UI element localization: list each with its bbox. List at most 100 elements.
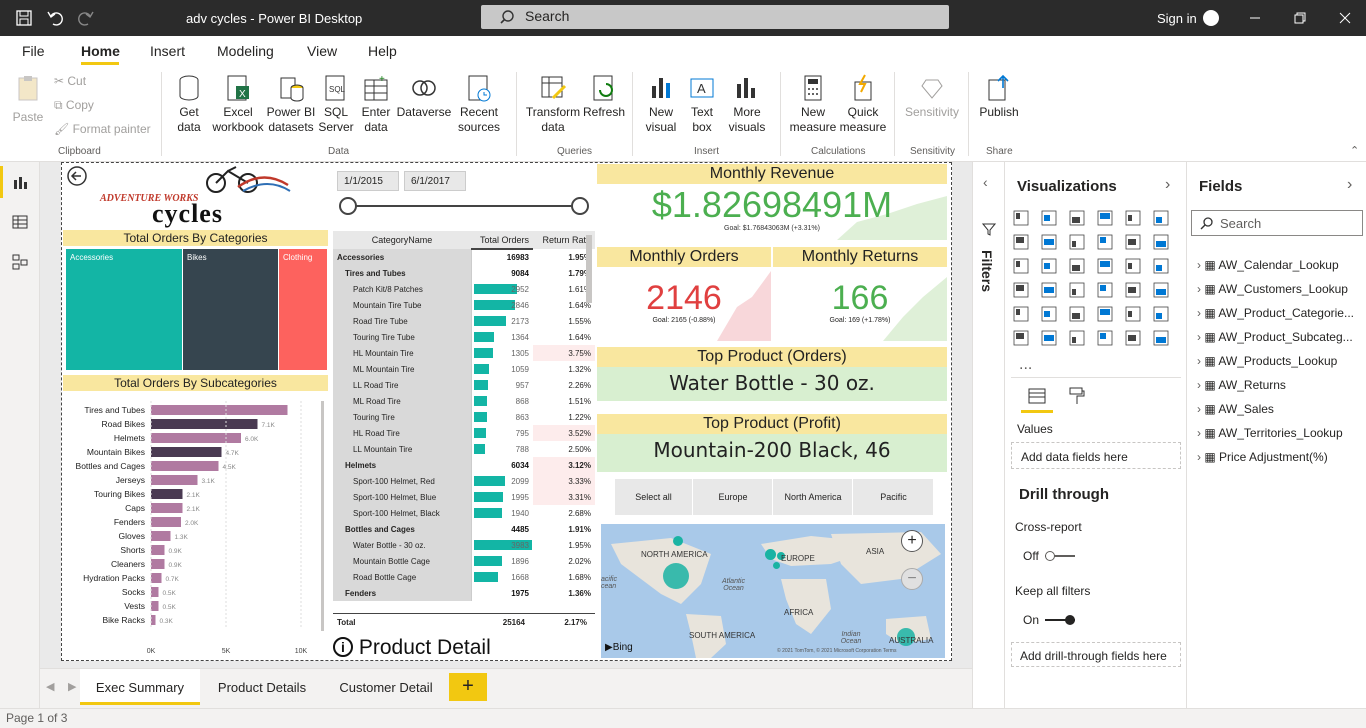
returns-kpi-card[interactable]: 166 Goal: 169 (+1.78%) (773, 267, 947, 341)
data-view-icon[interactable] (12, 214, 28, 230)
back-arrow-icon[interactable] (67, 166, 87, 186)
region-north-america[interactable]: North America (774, 479, 853, 515)
matrix-row[interactable]: ML Road Tire 868 1.51% (333, 393, 595, 409)
map-bubble-north-america[interactable] (663, 563, 689, 589)
matrix-row[interactable]: Fenders 1975 1.36% (333, 585, 595, 601)
publish-button[interactable]: Publish (976, 74, 1022, 120)
map-bubble-europe-1[interactable] (765, 549, 776, 560)
region-select-all[interactable]: Select all (615, 479, 693, 515)
cut-button[interactable]: ✂ Cut (54, 74, 86, 89)
menu-modeling[interactable]: Modeling (217, 43, 274, 59)
treemap-tile-accessories[interactable]: Accessories (66, 249, 182, 370)
region-pacific[interactable]: Pacific (854, 479, 933, 515)
matrix-row[interactable]: Patch Kit/8 Patches 2952 1.61% (333, 281, 595, 297)
stacked-column-icon[interactable] (1041, 210, 1057, 226)
matrix-row[interactable]: Touring Tire Tube 1364 1.64% (333, 329, 595, 345)
transform-data-button[interactable]: Transform data (525, 74, 581, 135)
donut-icon[interactable] (1125, 258, 1141, 274)
product-detail-button[interactable]: i Product Detail (333, 636, 491, 660)
undo-icon[interactable] (47, 10, 63, 26)
filters-pane[interactable]: ‹ Filters (972, 162, 1004, 708)
card-icon[interactable] (1125, 282, 1141, 298)
paste-button[interactable]: Paste (10, 74, 46, 125)
subcat-bar[interactable] (151, 517, 181, 527)
map-icon[interactable] (1013, 282, 1029, 298)
map-zoom-in-button[interactable]: + (901, 530, 923, 552)
title-search-box[interactable]: Search (481, 5, 949, 29)
revenue-kpi-card[interactable]: $1.82698491M Goal: $1.76843063M (+3.31%) (597, 184, 947, 240)
sensitivity-button[interactable]: Sensitivity (902, 74, 962, 120)
stacked-bar-icon[interactable] (1013, 210, 1029, 226)
matrix-row[interactable]: HL Road Tire 795 3.52% (333, 425, 595, 441)
matrix-row[interactable]: Accessories 16983 1.95% (333, 249, 595, 265)
tab-product-details[interactable]: Product Details (202, 669, 322, 705)
gauge-icon[interactable] (1097, 282, 1113, 298)
filled-map-icon[interactable] (1041, 282, 1057, 298)
sales-map[interactable]: NORTH AMERICA EUROPE ASIA Atlantic Ocean… (601, 524, 945, 658)
matrix-header-orders[interactable]: Total Orders (471, 231, 533, 250)
refresh-button[interactable]: Refresh (582, 74, 626, 120)
matrix-icon[interactable] (1097, 306, 1113, 322)
subcat-bar[interactable] (151, 587, 159, 597)
paginated-icon[interactable] (1125, 330, 1141, 346)
viz-collapse-chevron-icon[interactable]: › (1165, 176, 1170, 194)
field-table-item[interactable]: › ▦ AW_Territories_Lookup (1197, 426, 1343, 440)
enter-data-button[interactable]: + Enter data (358, 74, 394, 135)
minimize-icon[interactable] (1248, 11, 1262, 25)
report-view-icon[interactable] (12, 174, 28, 190)
stacked-area-icon[interactable] (1069, 234, 1085, 250)
menu-view[interactable]: View (307, 43, 337, 59)
subcat-bar[interactable] (151, 559, 165, 569)
filters-collapse-chevron-icon[interactable]: ‹ (983, 174, 988, 190)
tab-customer-detail[interactable]: Customer Detail (324, 669, 448, 705)
avatar[interactable] (1203, 10, 1219, 26)
more-visual-types[interactable]: ... (1019, 356, 1032, 374)
scatter-icon[interactable] (1069, 258, 1085, 274)
fields-well-icon[interactable] (1027, 386, 1047, 406)
table-icon[interactable] (1069, 306, 1085, 322)
subcat-bar[interactable] (151, 531, 171, 541)
more-visuals-button[interactable]: More visuals (724, 74, 770, 135)
pie-chart-icon[interactable] (1097, 258, 1113, 274)
100-column-icon[interactable] (1153, 210, 1169, 226)
treemap-tile-clothing[interactable]: Clothing (279, 249, 327, 370)
matrix-row[interactable]: Helmets 6034 3.12% (333, 457, 595, 473)
waterfall-icon[interactable] (1013, 258, 1029, 274)
subcat-bar[interactable] (151, 447, 222, 457)
matrix-row[interactable]: Sport-100 Helmet, Black 1940 2.68% (333, 505, 595, 521)
line-clustered-icon[interactable] (1125, 234, 1141, 250)
fields-search-input[interactable]: Search (1191, 210, 1363, 236)
line-column-icon[interactable] (1097, 234, 1113, 250)
dataverse-button[interactable]: Dataverse (396, 74, 452, 120)
excel-button[interactable]: X Excel workbook (209, 74, 267, 135)
date-slider-track[interactable] (348, 205, 580, 207)
add-drill-through-dropzone[interactable]: Add drill-through fields here (1011, 642, 1181, 667)
area-chart-icon[interactable] (1041, 234, 1057, 250)
slicer-icon[interactable] (1041, 306, 1057, 322)
add-data-fields-dropzone[interactable]: Add data fields here (1011, 442, 1181, 469)
subcat-bar-chart[interactable]: Tires and Tubes Road Bikes 7.1K Helmets 6.0K… (63, 395, 325, 657)
field-table-item[interactable]: › ▦ AW_Product_Categorie... (1197, 306, 1354, 320)
key-influencers-icon[interactable] (1013, 330, 1029, 346)
matrix-row[interactable]: Road Tire Tube 2173 1.55% (333, 313, 595, 329)
matrix-row[interactable]: Road Bottle Cage 1668 1.68% (333, 569, 595, 585)
matrix-row[interactable]: Tires and Tubes 9084 1.79% (333, 265, 595, 281)
visual-types-gallery[interactable] (1011, 208, 1181, 356)
collapse-ribbon-icon[interactable]: ⌃ (1350, 144, 1359, 157)
sign-in-link[interactable]: Sign in (1157, 11, 1197, 26)
get-data-button[interactable]: Get data (168, 74, 210, 135)
matrix-row[interactable]: ML Mountain Tire 1059 1.32% (333, 361, 595, 377)
matrix-header-category[interactable]: CategoryName (333, 231, 471, 249)
quick-measure-button[interactable]: Quick measure (838, 74, 888, 135)
matrix-scrollbar[interactable] (586, 235, 592, 303)
subcat-bar[interactable] (151, 601, 159, 611)
format-paint-roller-icon[interactable] (1067, 386, 1087, 406)
narrative-icon[interactable] (1097, 330, 1113, 346)
shape-map-icon[interactable] (1069, 282, 1085, 298)
matrix-row[interactable]: LL Mountain Tire 788 2.50% (333, 441, 595, 457)
format-painter-button[interactable]: 🖌 Format painter (54, 122, 151, 137)
subcat-bar[interactable] (151, 615, 156, 625)
add-page-button[interactable]: + (449, 673, 487, 701)
field-table-item[interactable]: › ▦ AW_Calendar_Lookup (1197, 258, 1339, 272)
100-bar-icon[interactable] (1125, 210, 1141, 226)
